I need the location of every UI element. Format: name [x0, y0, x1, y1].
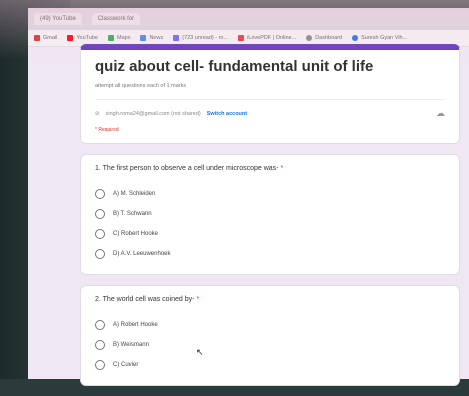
bookmark-youtube[interactable]: YouTube — [67, 35, 98, 41]
radio-button[interactable] — [95, 209, 105, 219]
news-icon — [140, 35, 147, 41]
tab-bar: (49) YouTube Classwork for — [28, 8, 469, 30]
radio-button[interactable] — [95, 249, 105, 259]
pdf-icon — [238, 35, 245, 41]
mouse-cursor-icon: ↖ — [196, 347, 204, 357]
google-form: quiz about cell- fundamental unit of lif… — [80, 44, 460, 396]
form-title: quiz about cell- fundamental unit of lif… — [95, 58, 374, 75]
radio-button[interactable] — [95, 189, 105, 199]
question-text: 1. The first person to observe a cell un… — [95, 165, 284, 172]
radio-option[interactable]: C) Robert Hooke — [95, 224, 445, 244]
maps-icon — [108, 35, 114, 41]
question-card-2: 2. The world cell was coined by- * A) Ro… — [80, 285, 460, 386]
form-description: attempt all questions each of 1 marks — [95, 83, 187, 89]
bookmark-maps[interactable]: Maps — [108, 35, 130, 41]
question-card-1: 1. The first person to observe a cell un… — [80, 154, 460, 275]
account-email: singh.roma24@gmail.com (not shared) — [105, 110, 201, 117]
not-shared-icon: ⊘ — [95, 110, 100, 117]
radio-button[interactable] — [95, 229, 105, 239]
globe-icon — [352, 35, 359, 41]
switch-account-link[interactable]: Switch account — [207, 111, 247, 117]
dashboard-icon — [306, 35, 313, 41]
bookmark-ilovepdf[interactable]: iLovePDF | Online... — [238, 35, 296, 41]
question-text: 2. The world cell was coined by- * — [95, 296, 200, 303]
tab-youtube[interactable]: (49) YouTube — [34, 13, 82, 25]
required-note: * Required — [95, 127, 119, 133]
radio-option[interactable]: B) T. Schwann — [95, 204, 445, 224]
youtube-icon — [67, 35, 74, 41]
gmail-icon — [34, 35, 40, 41]
radio-option[interactable]: C) Cuvier — [95, 355, 445, 375]
radio-option[interactable]: B) Weismann — [95, 335, 445, 355]
bookmark-news[interactable]: News — [140, 35, 163, 41]
radio-button[interactable] — [95, 360, 105, 370]
radio-option[interactable]: A) Robert Hooke — [95, 315, 445, 335]
required-mark: * — [196, 296, 200, 303]
account-row: ⊘ singh.roma24@gmail.com (not shared) Sw… — [95, 99, 445, 119]
bookmark-dashboard[interactable]: Dashboard — [306, 35, 342, 41]
cloud-icon: ☁ — [436, 108, 445, 118]
radio-option[interactable]: A) M. Schleiden — [95, 184, 445, 204]
radio-button[interactable] — [95, 340, 105, 350]
mail-icon — [173, 35, 180, 41]
radio-option[interactable]: D) A.V. Leeuwenhoek — [95, 244, 445, 264]
bookmark-mail[interactable]: (723 unread) - ro... — [173, 35, 228, 41]
required-mark: * — [280, 165, 284, 172]
bookmark-gmail[interactable]: Gmail — [34, 35, 57, 41]
radio-button[interactable] — [95, 320, 105, 330]
tab-classwork[interactable]: Classwork for — [91, 13, 141, 25]
form-header-card: quiz about cell- fundamental unit of lif… — [80, 44, 460, 144]
bookmark-suresh[interactable]: Suresh Gyan Vih... — [352, 35, 407, 41]
